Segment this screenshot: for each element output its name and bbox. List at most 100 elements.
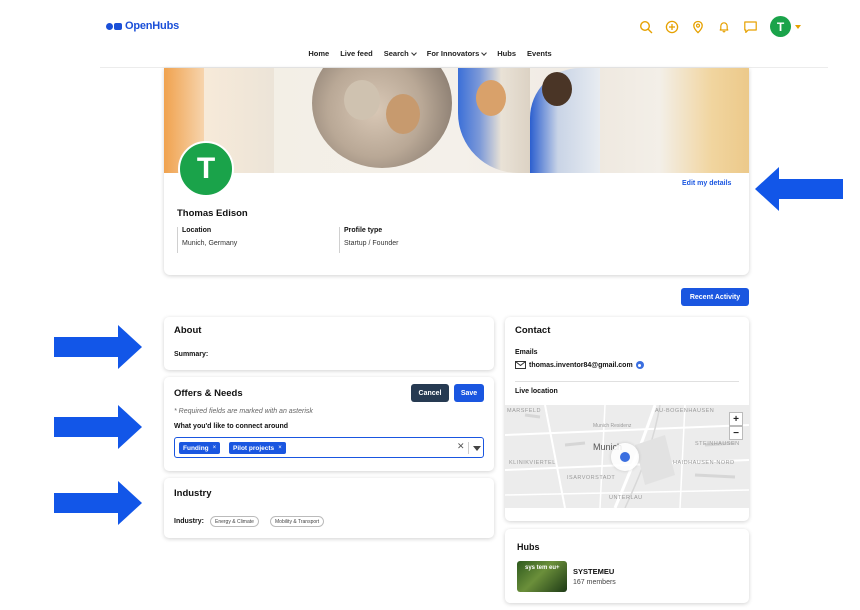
industry-tag-energy: Energy & Climate	[210, 516, 259, 527]
nav-item-live-feed[interactable]: Live feed	[340, 49, 373, 58]
about-card: About Summary:	[164, 317, 494, 370]
verified-icon	[635, 361, 644, 369]
top-bar: OpenHubs T Home Live feed Search For Inn…	[0, 0, 860, 68]
nav-item-search[interactable]: Search	[383, 49, 417, 58]
arrow-shaft	[54, 417, 118, 437]
chevron-down-icon	[481, 49, 488, 56]
arrow-pointer-about	[54, 325, 142, 369]
banner-notes	[600, 68, 749, 173]
map-label: AU-BOGENHAUSEN	[655, 408, 715, 414]
connect-around-label: What you'd like to connect around	[174, 423, 289, 430]
add-icon[interactable]	[664, 19, 680, 35]
openhubs-logo[interactable]: OpenHubs	[106, 18, 179, 34]
profile-type-value: Startup / Founder	[344, 240, 399, 247]
logo-text: OpenHubs	[125, 20, 180, 32]
nav-item-hubs[interactable]: Hubs	[497, 49, 516, 58]
about-title: About	[174, 325, 202, 336]
map-label: UNTERLAU	[609, 495, 643, 501]
profile-type-field: Profile type Startup / Founder	[339, 227, 398, 253]
remove-chip-icon[interactable]: ×	[213, 445, 217, 451]
main-nav: Home Live feed Search For Innovators Hub…	[0, 49, 860, 58]
offers-needs-card: Offers & Needs Cancel Save * Required fi…	[164, 377, 494, 471]
nav-label: Hubs	[497, 49, 517, 58]
offers-needs-title: Offers & Needs	[174, 388, 243, 399]
message-icon[interactable]	[742, 19, 758, 35]
profile-type-label: Profile type	[344, 227, 383, 234]
nav-item-for-innovators[interactable]: For Innovators	[426, 49, 488, 58]
nav-item-events[interactable]: Events	[527, 49, 552, 58]
location-icon[interactable]	[690, 19, 706, 35]
arrow-pointer-offers	[54, 405, 142, 449]
chip-label: Funding	[183, 444, 209, 452]
arrow-head-icon	[118, 481, 142, 525]
logo-mark-icon	[106, 22, 122, 30]
dropdown-caret-icon[interactable]	[473, 446, 481, 451]
nav-label: For Innovators	[426, 49, 480, 58]
hub-logo-image[interactable]: sys tem eu+	[517, 561, 567, 592]
selected-chip-funding: Funding ×	[179, 442, 221, 454]
contact-divider	[515, 381, 739, 382]
zoom-in-button[interactable]: +	[729, 412, 743, 426]
arrow-shaft	[779, 179, 843, 199]
location-field: Location Munich, Germany	[177, 227, 237, 253]
mail-icon	[515, 361, 526, 369]
map-label: STEINHAUSEN	[695, 441, 740, 447]
email-value[interactable]: thomas.inventor84@gmail.com	[529, 362, 633, 369]
banner-person	[542, 72, 572, 106]
banner-person	[386, 94, 420, 134]
required-fields-note: * Required fields are marked with an ast…	[174, 408, 313, 415]
save-button[interactable]: Save	[454, 384, 484, 402]
arrow-head-icon	[755, 167, 779, 211]
hub-logo-text: sys tem eu+	[525, 565, 560, 571]
chip-label: Pilot projects	[233, 444, 275, 452]
arrow-head-icon	[118, 325, 142, 369]
clear-selection-icon[interactable]: ✕	[457, 441, 465, 452]
industry-label: Industry:	[174, 518, 204, 525]
edit-details-link[interactable]: Edit my details	[682, 180, 731, 187]
nav-label: Live feed	[340, 49, 373, 58]
arrow-pointer-edit	[755, 167, 843, 211]
recent-activity-button[interactable]: Recent Activity	[681, 288, 749, 306]
industry-card: Industry Industry: Energy & Climate Mobi…	[164, 478, 494, 538]
hub-members-count: 167 members	[573, 579, 616, 586]
select-divider	[468, 442, 469, 454]
zoom-out-button[interactable]: −	[729, 426, 743, 440]
profile-name: Thomas Edison	[177, 208, 248, 219]
location-map[interactable]: MARSFELD AU-BOGENHAUSEN Munich Residenz …	[505, 405, 749, 508]
arrow-pointer-industry	[54, 481, 142, 525]
map-label: MARSFELD	[507, 408, 541, 414]
profile-avatar[interactable]: T	[178, 141, 234, 197]
map-label: KLINIKVIERTEL	[509, 460, 556, 466]
location-marker-icon	[620, 452, 630, 462]
arrow-shaft	[54, 493, 118, 513]
contact-card: Contact Emails thomas.inventor84@gmail.c…	[505, 317, 749, 521]
emails-label: Emails	[515, 349, 538, 356]
cancel-button[interactable]: Cancel	[411, 384, 449, 402]
map-label: HAIDHAUSEN-NORD	[673, 460, 735, 466]
map-label: ISARVORSTADT	[567, 475, 616, 481]
banner-person	[344, 80, 380, 120]
search-icon[interactable]	[638, 19, 654, 35]
hubs-title: Hubs	[517, 542, 540, 552]
hub-name[interactable]: SYSTEMEU	[573, 567, 614, 576]
profile-card: T Edit my details Thomas Edison Location…	[164, 68, 749, 275]
nav-label: Search	[383, 49, 409, 58]
connect-around-select[interactable]: Funding × Pilot projects × ✕	[174, 437, 484, 458]
industry-title: Industry	[174, 488, 212, 499]
banner-person	[476, 80, 506, 116]
nav-label: Events	[527, 49, 552, 58]
caret-down-icon[interactable]	[795, 24, 801, 29]
user-avatar[interactable]: T	[770, 16, 791, 37]
summary-label: Summary:	[174, 351, 209, 358]
bell-icon[interactable]	[716, 19, 732, 35]
remove-chip-icon[interactable]: ×	[278, 445, 282, 451]
location-value: Munich, Germany	[182, 240, 238, 247]
arrow-shaft	[54, 337, 118, 357]
nav-label: Home	[308, 49, 330, 58]
nav-item-home[interactable]: Home	[308, 49, 329, 58]
chevron-down-icon	[410, 49, 417, 56]
live-location-label: Live location	[515, 388, 558, 395]
contact-title: Contact	[515, 325, 551, 336]
profile-banner-image	[164, 68, 749, 173]
hubs-card: Hubs sys tem eu+ SYSTEMEU 167 members	[505, 529, 749, 603]
